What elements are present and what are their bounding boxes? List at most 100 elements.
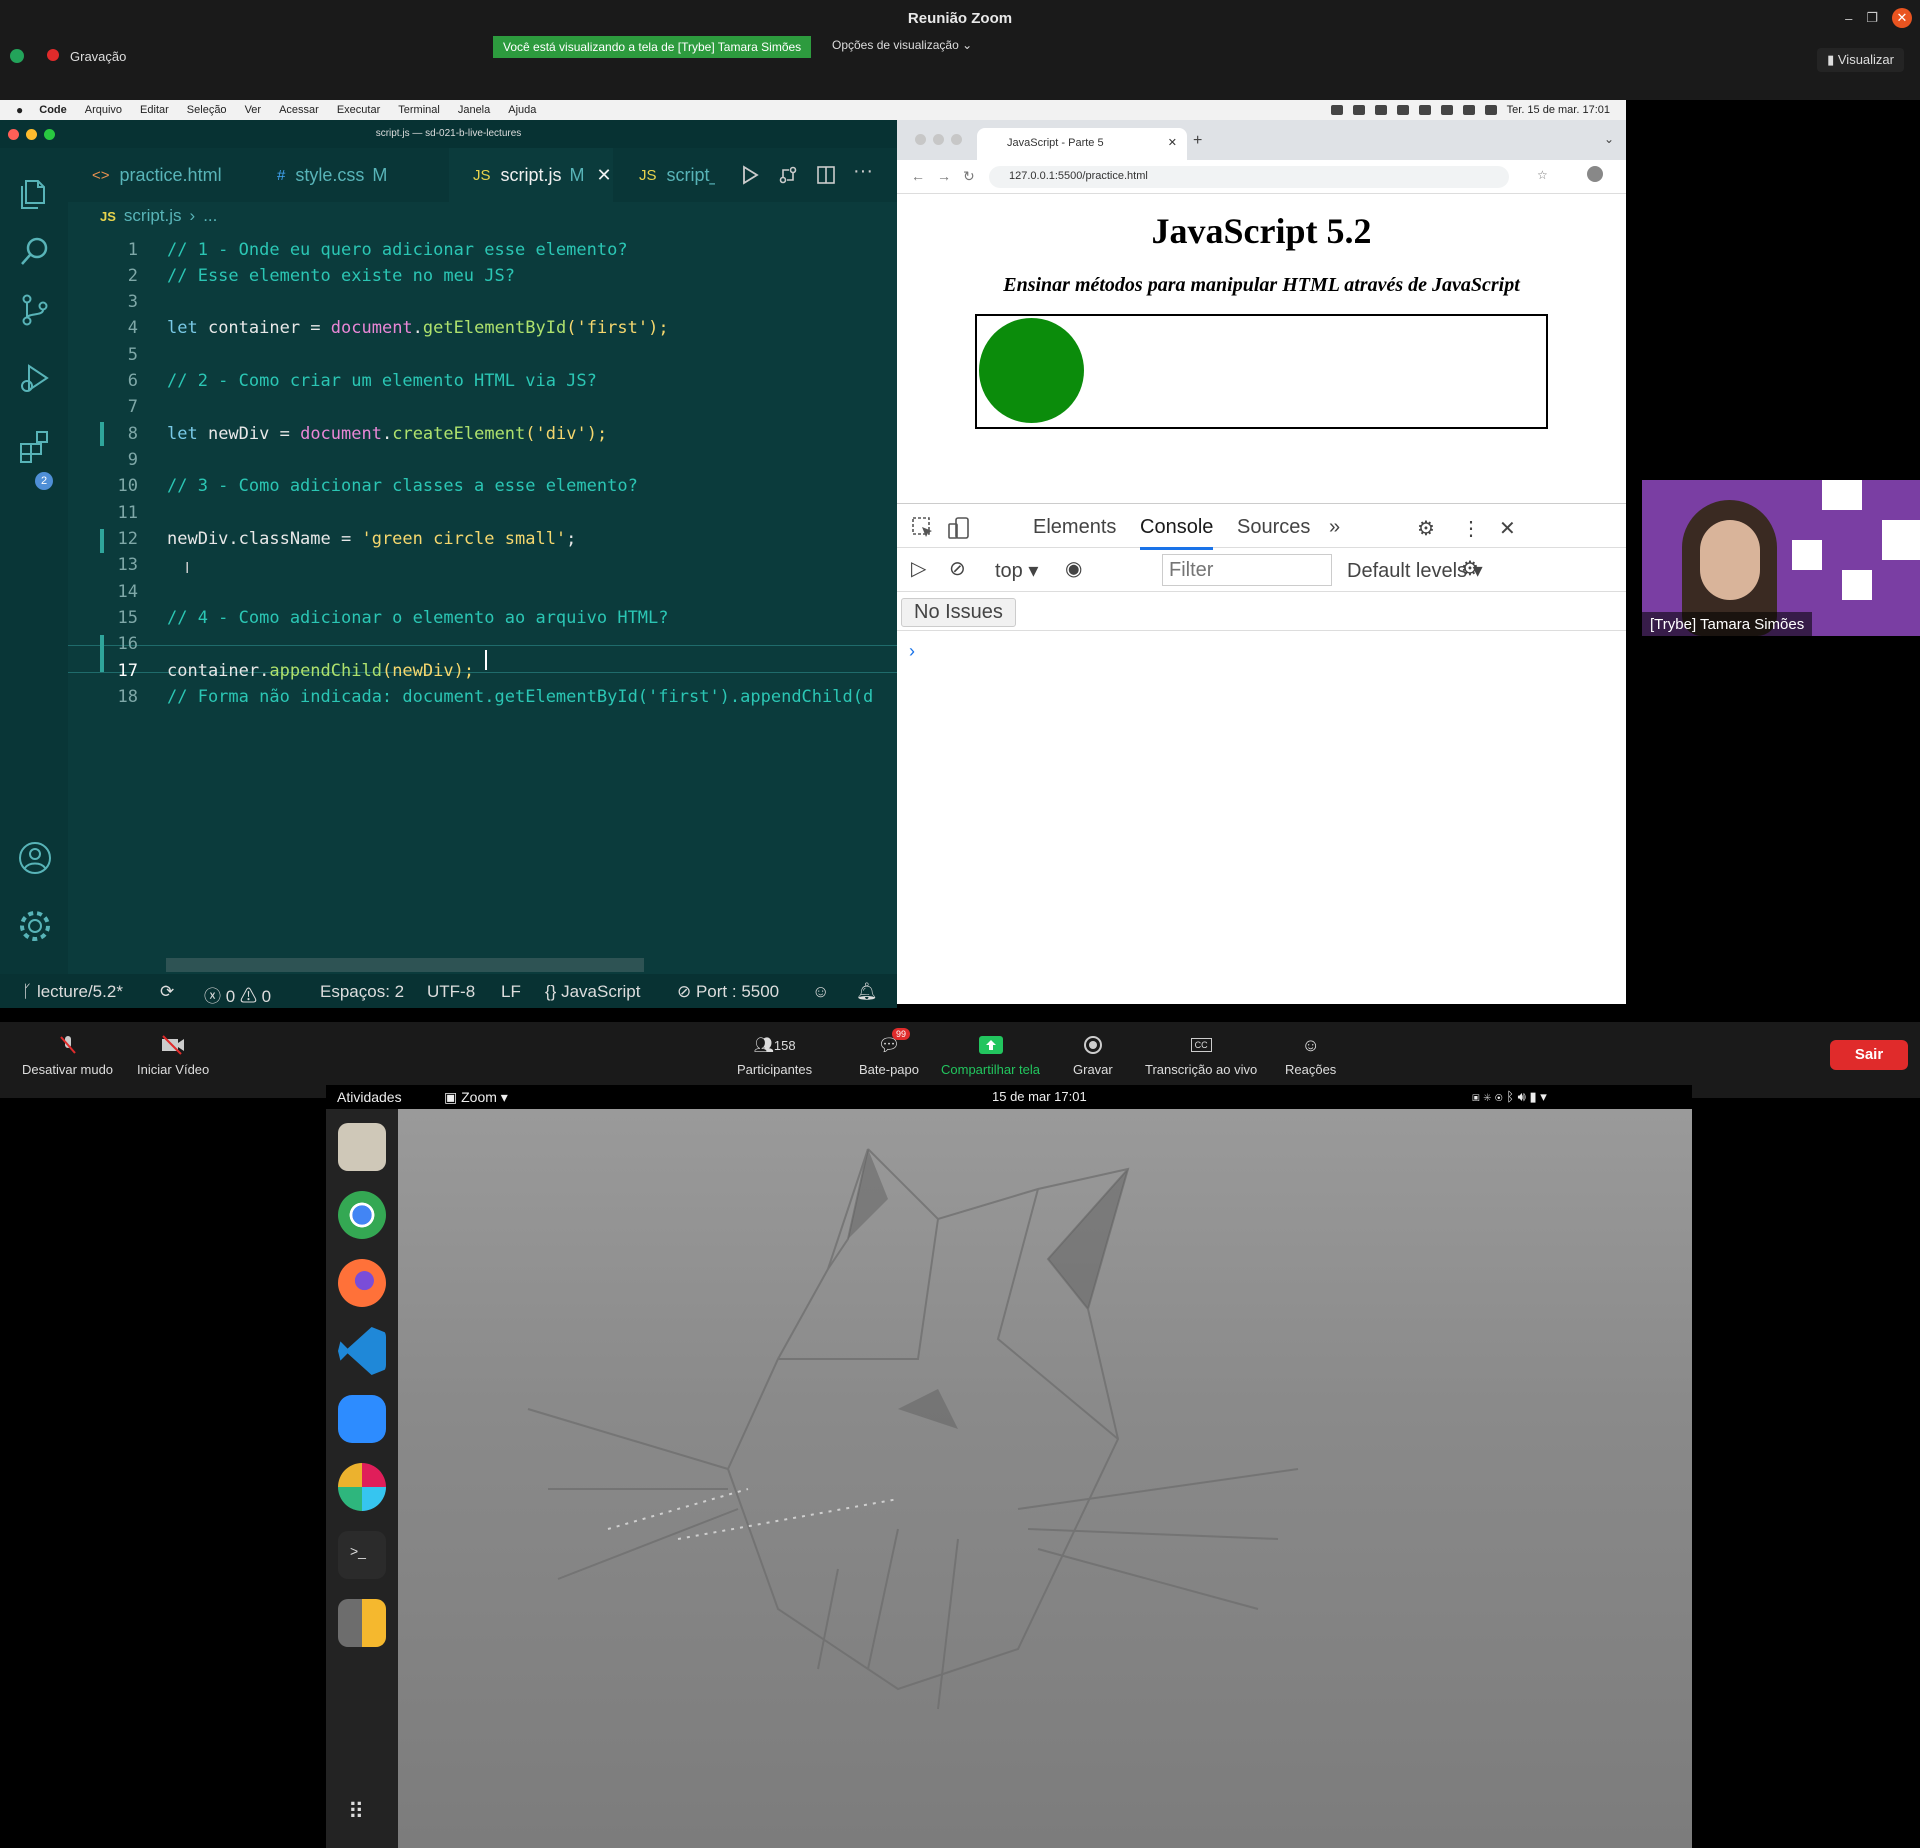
calculator-icon[interactable] (338, 1599, 386, 1647)
tab-script-other[interactable]: JS script_ (615, 148, 715, 202)
menu-arquivo[interactable]: Arquivo (85, 104, 122, 116)
participants-button[interactable]: 👥︎ 158 Participantes (737, 1034, 812, 1077)
system-tray-icons[interactable]: ▣ ✳ ◉ ᛒ 🔊︎ ▮ ▾ (1472, 1089, 1547, 1105)
close-tab-icon[interactable]: ✕ (1168, 136, 1177, 149)
apple-icon[interactable]: ● (16, 103, 23, 117)
menu-terminal[interactable]: Terminal (398, 104, 440, 116)
source-control-icon[interactable] (17, 292, 53, 328)
maximize-icon[interactable] (951, 134, 962, 145)
split-editor-icon[interactable] (816, 165, 836, 185)
inspect-element-icon[interactable] (911, 516, 935, 540)
extensions-icon[interactable] (17, 428, 53, 464)
back-icon[interactable]: ← (911, 168, 925, 184)
tab-console[interactable]: Console (1140, 516, 1214, 550)
record-button[interactable]: Gravar (1073, 1034, 1113, 1077)
context-selector[interactable]: top ▾ (995, 558, 1038, 583)
minimize-icon[interactable]: – (1845, 11, 1852, 26)
bell-icon[interactable]: 🔔︎ (856, 982, 878, 1002)
indentation-indicator[interactable]: Espaços: 2 (320, 982, 404, 1002)
clear-console-icon[interactable]: ⊘ (949, 556, 966, 581)
compare-changes-icon[interactable] (778, 165, 798, 185)
status-icon[interactable] (1352, 105, 1365, 115)
search-icon[interactable] (1462, 105, 1475, 115)
sidebar-toggle-icon[interactable]: ▷ (911, 556, 926, 581)
menu-executar[interactable]: Executar (337, 104, 380, 116)
tab-elements[interactable]: Elements (1033, 516, 1116, 539)
mac-clock[interactable]: Ter. 15 de mar. 17:01 (1507, 104, 1610, 116)
visualize-button[interactable]: ▮ Visualizar (1817, 48, 1904, 72)
live-server-port[interactable]: ⊘ Port : 5500 (677, 982, 779, 1002)
more-tabs-icon[interactable]: » (1329, 516, 1340, 539)
menu-acessar[interactable]: Acessar (279, 104, 319, 116)
breadcrumb-file[interactable]: script.js (124, 206, 182, 226)
battery-icon[interactable] (1418, 105, 1431, 115)
gear-icon[interactable]: ⚙ (1417, 516, 1435, 541)
menu-ver[interactable]: Ver (245, 104, 262, 116)
vscode-icon[interactable] (338, 1327, 386, 1375)
chevron-down-icon[interactable]: ⌄ (1604, 132, 1614, 146)
app-menu[interactable]: ▣ Zoom ▾ (444, 1089, 508, 1106)
status-icon[interactable] (1330, 105, 1343, 115)
reload-icon[interactable]: ↻ (963, 168, 975, 185)
files-icon[interactable] (338, 1123, 386, 1171)
explorer-icon[interactable] (17, 176, 53, 212)
close-icon[interactable]: ✕ (1892, 8, 1912, 28)
live-transcription-button[interactable]: CC Transcrição ao vivo (1145, 1034, 1257, 1077)
menu-code[interactable]: Code (39, 104, 67, 116)
close-icon[interactable]: ✕ (1499, 516, 1516, 541)
tab-script-js[interactable]: JS script.js M ✕ (449, 148, 613, 202)
share-screen-button[interactable]: Compartilhar tela (941, 1034, 1040, 1077)
branch-indicator[interactable]: ᚴ lecture/5.2* (22, 982, 123, 1002)
gear-icon[interactable] (17, 908, 53, 944)
status-icon[interactable] (1374, 105, 1387, 115)
tab-style-css[interactable]: # style.css M (253, 148, 429, 202)
terminal-icon[interactable]: >_ (338, 1531, 386, 1579)
problems-indicator[interactable]: ⓧ 0 ⚠ 0 (204, 982, 271, 1007)
breadcrumb-symbol[interactable]: ... (203, 206, 217, 226)
issues-button[interactable]: No Issues (901, 598, 1016, 627)
account-icon[interactable] (17, 840, 53, 876)
activities-button[interactable]: Atividades (337, 1089, 402, 1105)
search-icon[interactable] (17, 234, 53, 270)
run-icon[interactable] (740, 165, 760, 185)
eye-icon[interactable]: ◉ (1065, 556, 1082, 581)
menu-selecao[interactable]: Seleção (187, 104, 227, 116)
console-filter-input[interactable] (1162, 554, 1332, 586)
star-icon[interactable]: ☆ (1537, 168, 1548, 182)
control-center-icon[interactable] (1484, 105, 1497, 115)
close-icon[interactable]: ✕ (597, 165, 612, 186)
profile-icon[interactable] (1587, 166, 1603, 182)
bluetooth-icon[interactable] (1396, 105, 1409, 115)
address-bar[interactable]: 127.0.0.1:5500/practice.html (989, 166, 1509, 188)
leave-button[interactable]: Sair (1830, 1040, 1908, 1070)
view-options-button[interactable]: Opções de visualização ⌄ (832, 38, 972, 52)
sync-icon[interactable]: ⟳ (160, 982, 174, 1002)
close-icon[interactable] (915, 134, 926, 145)
start-video-button[interactable]: Iniciar Vídeo (137, 1034, 209, 1077)
tab-sources[interactable]: Sources (1237, 516, 1310, 539)
ubuntu-clock[interactable]: 15 de mar 17:01 (992, 1089, 1087, 1104)
wifi-icon[interactable] (1440, 105, 1453, 115)
eol-indicator[interactable]: LF (501, 982, 521, 1002)
menu-janela[interactable]: Janela (458, 104, 490, 116)
restore-icon[interactable]: ❐ (1866, 10, 1878, 26)
browser-tab[interactable]: JavaScript - Parte 5 ✕ (977, 128, 1187, 160)
menu-editar[interactable]: Editar (140, 104, 169, 116)
menu-ajuda[interactable]: Ajuda (508, 104, 536, 116)
zoom-icon[interactable] (338, 1395, 386, 1443)
forward-icon[interactable]: → (937, 168, 951, 184)
console-prompt-icon[interactable]: › (909, 641, 915, 662)
tab-practice-html[interactable]: <> practice.html (68, 148, 253, 202)
language-indicator[interactable]: {} JavaScript (545, 982, 640, 1002)
reactions-button[interactable]: ☺ Reações (1285, 1034, 1336, 1078)
gear-icon[interactable]: ⚙ (1461, 556, 1479, 581)
participant-video[interactable]: [Trybe] Tamara Simões (1642, 480, 1920, 636)
unmute-button[interactable]: Desativar mudo (22, 1034, 113, 1077)
feedback-icon[interactable]: ☺ (812, 982, 829, 1002)
show-applications-icon[interactable]: ⠿ (348, 1799, 364, 1825)
slack-icon[interactable] (338, 1463, 386, 1511)
minimize-icon[interactable] (933, 134, 944, 145)
shield-icon[interactable] (10, 49, 24, 63)
new-tab-icon[interactable]: + (1193, 132, 1202, 150)
firefox-icon[interactable] (338, 1259, 386, 1307)
